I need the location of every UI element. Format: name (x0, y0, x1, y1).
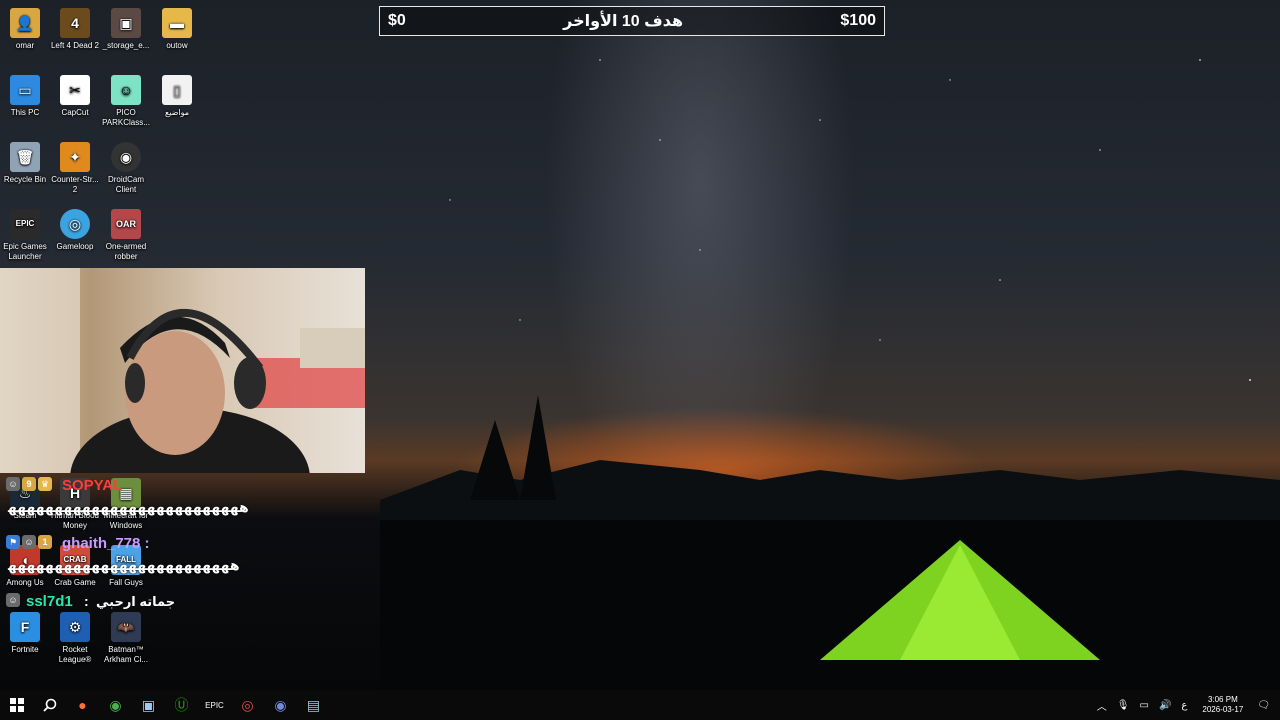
upwork-icon: Ⓤ (174, 697, 189, 713)
notification-icon[interactable]: 🗨 (1257, 700, 1270, 711)
epic-games-icon: EPIC (10, 209, 40, 239)
network-icon[interactable]: ▭ (1140, 700, 1149, 711)
clock-time: 3:06 PM (1207, 695, 1238, 704)
epic-icon: EPIC (205, 700, 224, 710)
goal-current-amount: $0 (388, 12, 406, 29)
search-icon (42, 698, 56, 712)
desktop-icon-recycle-bin[interactable]: 🗑 Recycle Bin (0, 142, 50, 185)
clock-date: 2026-03-17 (1202, 705, 1244, 714)
chat-overlay: ☺ 9 ♛ SOPYAL ﻫﻬﻬﻬﻬﻬﻬﻬﻬﻬﻬﻬﻬﻬﻬﻬﻬﻬﻬﻬﻬﻬﻬﻬﻬﻬ … (4, 475, 264, 621)
pico-park-icon: ☺ (111, 75, 141, 105)
chat-message: ☺ ssl7d1 : جماته ارحبي (4, 591, 264, 621)
chrome-icon: ◉ (109, 696, 122, 713)
taskbar-firefox[interactable]: ● (66, 690, 99, 720)
goal-target-amount: $100 (840, 12, 876, 29)
taskbar: ● ◉ ▣ Ⓤ EPIC ◎ ◉ ▤ ︿ 🎙 ▭ 🔊 ع 3:06 PM 202… (0, 690, 1280, 720)
firefox-icon: ● (78, 697, 87, 713)
obs-icon: ◎ (241, 696, 254, 713)
badge-icon: 9 (22, 477, 36, 491)
taskbar-notepad[interactable]: ▤ (297, 690, 330, 720)
system-tray: ︿ 🎙 ▭ 🔊 ع 3:06 PM 2026-03-17 🗨 (1092, 690, 1280, 720)
windows-logo-icon (9, 698, 24, 712)
taskbar-obs[interactable]: ◎ (231, 690, 264, 720)
left4dead2-icon: 4 (60, 8, 90, 38)
computer-icon: ▭ (10, 75, 40, 105)
desktop-icon-outow[interactable]: ▬ outow (152, 8, 202, 51)
desktop-icon-mawadee[interactable]: ▯ مواضيع (152, 75, 202, 118)
chat-text: ﻫﻬﻬﻬﻬﻬﻬﻬﻬﻬﻬﻬﻬﻬﻬﻬﻬﻬﻬﻬﻬﻬﻬﻬﻬﻬ (8, 499, 250, 515)
clock[interactable]: 3:06 PM 2026-03-17 (1202, 695, 1243, 715)
capcut-icon: ✂ (60, 75, 90, 105)
taskbar-store[interactable]: ▣ (132, 690, 165, 720)
chat-badges: ☺ 9 ♛ (6, 477, 52, 491)
badge-icon: ☺ (6, 593, 20, 607)
donation-goal-bar: $0 هدف 10 الأواخر $100 (379, 6, 885, 36)
webcam-overlay (0, 268, 365, 473)
taskbar-epic[interactable]: EPIC (198, 690, 231, 720)
badge-icon: 1 (38, 535, 52, 549)
badge-icon: ⚑ (6, 535, 20, 549)
chat-username: ghaith_778 : (62, 535, 150, 552)
chat-badges: ⚑ ☺ 1 (6, 535, 52, 549)
store-icon: ▣ (141, 696, 156, 713)
recycle-bin-icon: 🗑 (10, 142, 40, 172)
chat-separator: : (84, 593, 89, 609)
search-button[interactable] (33, 690, 66, 720)
desktop-icon-epic-games[interactable]: EPIC Epic Games Launcher (0, 209, 50, 262)
one-armed-robber-icon: OAR (111, 209, 141, 239)
desktop-icon-gameloop[interactable]: ◎ Gameloop (50, 209, 100, 252)
chat-username: SOPYAL (62, 477, 123, 494)
desktop-icon-left4dead2[interactable]: 4 Left 4 Dead 2 (50, 8, 100, 51)
desktop-icon-one-armed-robber[interactable]: OAR One-armed robber (101, 209, 151, 262)
chat-badges: ☺ (6, 593, 20, 607)
crown-icon: ♛ (38, 477, 52, 491)
chat-text: جماته ارحبي (96, 594, 176, 609)
taskbar-discord[interactable]: ◉ (264, 690, 297, 720)
desktop: 👤 omar 4 Left 4 Dead 2 ▣ _storage_e... ▬… (0, 0, 1280, 690)
user-folder-icon: 👤 (10, 8, 40, 38)
badge-icon: ☺ (22, 535, 36, 549)
gameloop-icon: ◎ (60, 209, 90, 239)
file-icon: ▣ (111, 8, 141, 38)
start-button[interactable] (0, 690, 33, 720)
desktop-icon-counter-strike[interactable]: ✦ Counter-Str... 2 (50, 142, 100, 195)
desktop-icon-droidcam[interactable]: ◉ DroidCam Client (101, 142, 151, 195)
chat-message: ☺ 9 ♛ SOPYAL ﻫﻬﻬﻬﻬﻬﻬﻬﻬﻬﻬﻬﻬﻬﻬﻬﻬﻬﻬﻬﻬﻬﻬﻬﻬﻬ (4, 475, 264, 533)
goal-title: هدف 10 الأواخر (563, 13, 684, 30)
desktop-icon-capcut[interactable]: ✂ CapCut (50, 75, 100, 118)
droidcam-icon: ◉ (111, 142, 141, 172)
badge-icon: ☺ (6, 477, 20, 491)
chat-text: ﻫﻬﻬﻬﻬﻬﻬﻬﻬﻬﻬﻬﻬﻬﻬﻬﻬﻬﻬﻬﻬﻬﻬﻬﻬ (8, 557, 241, 573)
desktop-icon-pico-park[interactable]: ☺ PICO PARKClass... (101, 75, 151, 128)
volume-icon[interactable]: 🔊 (1159, 700, 1171, 711)
desktop-icon-omar[interactable]: 👤 omar (0, 8, 50, 51)
chevron-up-icon[interactable]: ︿ (1097, 698, 1107, 713)
notepad-icon: ▤ (306, 696, 321, 713)
taskbar-chrome[interactable]: ◉ (99, 690, 132, 720)
desktop-icon-storage[interactable]: ▣ _storage_e... (101, 8, 151, 51)
webcam-feed (0, 268, 365, 473)
taskbar-upwork[interactable]: Ⓤ (165, 690, 198, 720)
desktop-icon-this-pc[interactable]: ▭ This PC (0, 75, 50, 118)
counter-strike-icon: ✦ (60, 142, 90, 172)
discord-icon: ◉ (274, 696, 287, 713)
chat-message: ⚑ ☺ 1 ghaith_778 : ﻫﻬﻬﻬﻬﻬﻬﻬﻬﻬﻬﻬﻬﻬﻬﻬﻬﻬﻬﻬﻬ… (4, 533, 264, 591)
microphone-icon[interactable]: 🎙 (1117, 700, 1130, 711)
language-indicator[interactable]: ع (1181, 700, 1187, 711)
folder-icon: ▬ (162, 8, 192, 38)
chat-username: ssl7d1 (26, 593, 73, 610)
text-file-icon: ▯ (162, 75, 192, 105)
